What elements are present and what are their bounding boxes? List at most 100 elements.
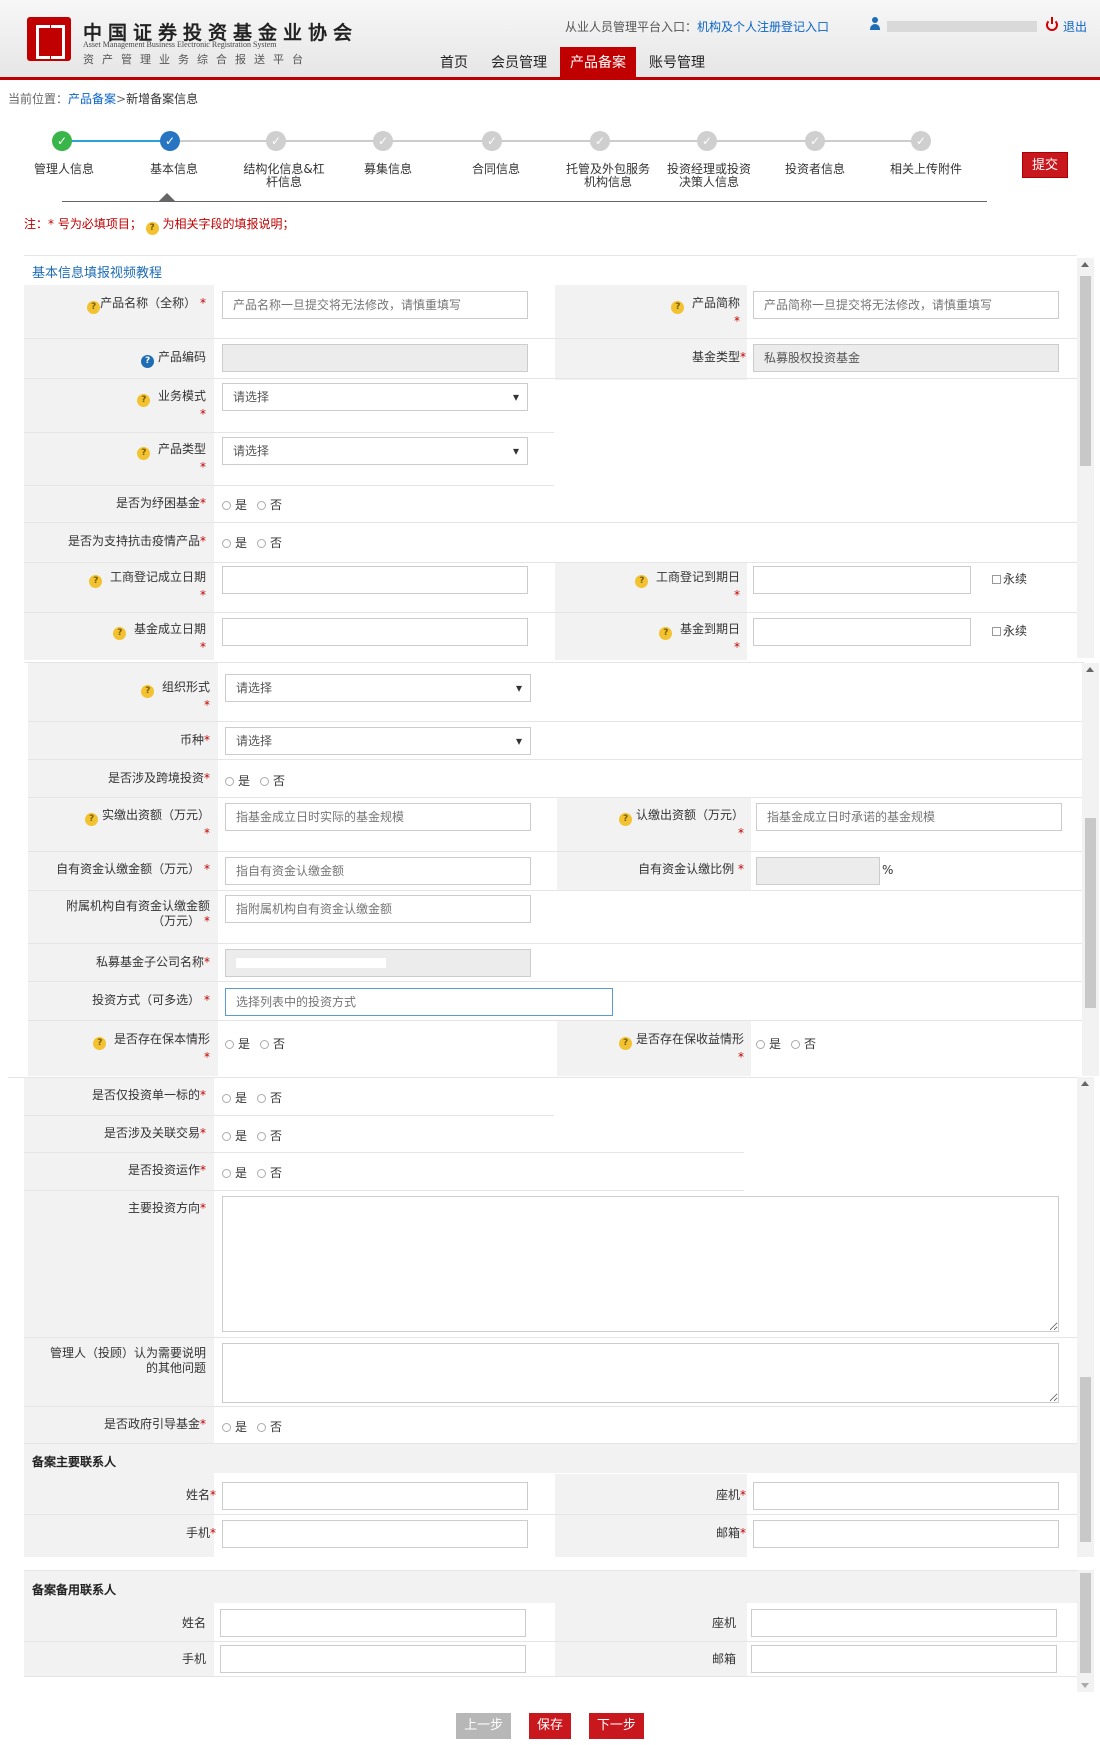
radio-no[interactable]	[257, 1094, 267, 1103]
step-8-label[interactable]: 投资者信息	[767, 163, 863, 176]
step-3-label[interactable]: 结构化信息&杠杆信息	[242, 163, 326, 189]
invest-operation-radio[interactable]: 是否	[222, 1165, 292, 1181]
help-icon[interactable]: ?	[89, 575, 103, 588]
scroll-down-icon[interactable]	[1081, 1683, 1089, 1688]
radio-yes[interactable]	[222, 539, 231, 548]
backup-email-input[interactable]	[751, 1645, 1057, 1673]
radio-no[interactable]	[260, 1040, 270, 1049]
backup-landline-input[interactable]	[751, 1609, 1057, 1637]
return-guarantee-radio[interactable]: 是否	[756, 1036, 826, 1052]
step-8-check-icon[interactable]: ✓	[805, 131, 825, 151]
biz-perpetual-checkbox[interactable]: 永续	[992, 570, 1027, 587]
step-7-label[interactable]: 投资经理或投资决策人信息	[666, 163, 752, 189]
step-9-label[interactable]: 相关上传附件	[878, 163, 974, 176]
radio-no[interactable]	[257, 501, 267, 510]
help-icon[interactable]: ?	[635, 575, 649, 588]
prev-button[interactable]: 上一步	[456, 1713, 512, 1739]
scroll-thumb[interactable]	[1080, 1377, 1091, 1542]
scrollbar-2[interactable]	[1082, 663, 1099, 1076]
help-icon[interactable]: ?	[619, 813, 633, 826]
related-trade-radio[interactable]: 是否	[222, 1128, 292, 1144]
info-icon[interactable]: ?	[141, 355, 155, 368]
help-icon[interactable]: ?	[137, 447, 151, 460]
help-icon[interactable]: ?	[113, 627, 127, 640]
radio-no[interactable]	[257, 1132, 267, 1141]
step-5-check-icon[interactable]: ✓	[482, 131, 502, 151]
anti-epidemic-radio[interactable]: 是否	[222, 535, 292, 551]
gov-guide-radio[interactable]: 是否	[222, 1419, 292, 1435]
step-9-check-icon[interactable]: ✓	[911, 131, 931, 151]
product-type-select[interactable]: 请选择	[222, 437, 528, 465]
submit-button[interactable]: 提交	[1022, 152, 1068, 178]
portal-link[interactable]: 机构及个人注册登记入口	[697, 20, 829, 34]
product-name-input[interactable]	[222, 291, 528, 319]
currency-select[interactable]: 请选择	[225, 727, 531, 755]
radio-yes[interactable]	[222, 1423, 231, 1432]
primary-email-input[interactable]	[753, 1520, 1059, 1548]
biz-reg-date-input[interactable]	[222, 566, 528, 594]
other-issues-textarea[interactable]	[222, 1343, 1059, 1403]
power-icon[interactable]	[1046, 17, 1058, 31]
step-4-check-icon[interactable]: ✓	[373, 131, 393, 151]
scroll-up-icon[interactable]	[1086, 667, 1094, 672]
paid-in-input[interactable]	[225, 803, 531, 831]
radio-yes[interactable]	[225, 777, 234, 786]
backup-name-input[interactable]	[220, 1609, 526, 1637]
step-7-check-icon[interactable]: ✓	[697, 131, 717, 151]
step-2-check-icon[interactable]: ✓	[160, 131, 180, 151]
subscribed-input[interactable]	[756, 803, 1062, 831]
radio-yes[interactable]	[222, 501, 231, 510]
cross-border-radio[interactable]: 是否	[225, 773, 295, 789]
radio-no[interactable]	[260, 777, 270, 786]
help-icon[interactable]: ?	[93, 1037, 107, 1050]
nav-home[interactable]: 首页	[430, 47, 478, 80]
help-icon[interactable]: ?	[87, 301, 101, 314]
invest-method-input[interactable]	[225, 988, 613, 1016]
scroll-thumb[interactable]	[1085, 818, 1096, 1008]
nav-account[interactable]: 账号管理	[639, 47, 715, 80]
step-6-label[interactable]: 托管及外包服务机构信息	[566, 163, 650, 189]
product-short-input[interactable]	[753, 291, 1059, 319]
scroll-up-icon[interactable]	[1081, 262, 1089, 267]
help-icon[interactable]: ?	[659, 627, 673, 640]
step-1-label[interactable]: 管理人信息	[16, 163, 112, 176]
primary-name-input[interactable]	[222, 1482, 528, 1510]
backup-mobile-input[interactable]	[220, 1645, 526, 1673]
radio-no[interactable]	[257, 1423, 267, 1432]
nav-product-filing[interactable]: 产品备案	[560, 47, 636, 80]
fund-est-date-input[interactable]	[222, 618, 528, 646]
main-direction-textarea[interactable]	[222, 1196, 1059, 1332]
save-button[interactable]: 保存	[528, 1713, 571, 1739]
help-icon[interactable]: ?	[619, 1037, 633, 1050]
single-target-radio[interactable]: 是否	[222, 1090, 292, 1106]
business-mode-select[interactable]: 请选择	[222, 383, 528, 411]
radio-no[interactable]	[257, 539, 267, 548]
next-button[interactable]: 下一步	[588, 1713, 644, 1739]
scroll-up-icon[interactable]	[1081, 1081, 1089, 1086]
scrollbar-4[interactable]	[1077, 1570, 1094, 1692]
radio-yes[interactable]	[756, 1040, 765, 1049]
step-5-label[interactable]: 合同信息	[448, 163, 544, 176]
scrollbar-1[interactable]	[1077, 258, 1094, 658]
breadcrumb-link[interactable]: 产品备案	[68, 92, 116, 106]
radio-yes[interactable]	[222, 1132, 231, 1141]
radio-yes[interactable]	[222, 1169, 231, 1178]
radio-yes[interactable]	[225, 1040, 234, 1049]
radio-no[interactable]	[791, 1040, 801, 1049]
radio-yes[interactable]	[222, 1094, 231, 1103]
capital-guarantee-radio[interactable]: 是否	[225, 1036, 295, 1052]
help-icon[interactable]: ?	[85, 813, 99, 826]
fund-perpetual-checkbox[interactable]: 永续	[992, 622, 1027, 639]
scrollbar-3[interactable]	[1077, 1077, 1094, 1557]
primary-landline-input[interactable]	[753, 1482, 1059, 1510]
step-3-check-icon[interactable]: ✓	[266, 131, 286, 151]
affiliate-amount-input[interactable]	[225, 895, 531, 923]
video-tutorial-link[interactable]: 基本信息填报视频教程	[32, 262, 162, 281]
own-amount-input[interactable]	[225, 857, 531, 885]
step-6-check-icon[interactable]: ✓	[590, 131, 610, 151]
logout-link[interactable]: 退出	[1063, 18, 1087, 35]
help-icon[interactable]: ?	[137, 394, 151, 407]
step-1-check-icon[interactable]: ✓	[52, 131, 72, 151]
nav-member[interactable]: 会员管理	[481, 47, 557, 80]
fund-expiry-input[interactable]	[753, 618, 971, 646]
